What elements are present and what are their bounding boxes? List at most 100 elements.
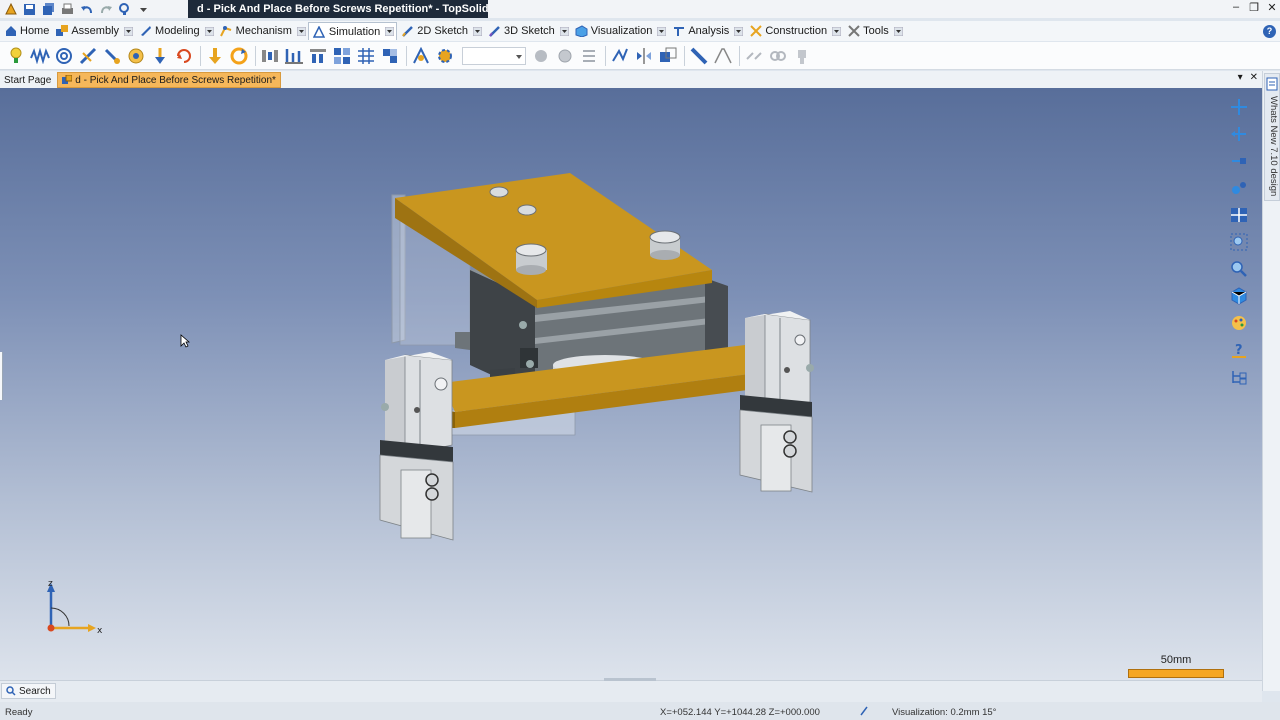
gravity-down-icon[interactable] — [149, 45, 171, 67]
splitter-handle[interactable] — [604, 678, 656, 681]
undo-icon[interactable] — [78, 1, 95, 17]
rotate-arrows-icon[interactable] — [173, 45, 195, 67]
spiral-icon[interactable] — [53, 45, 75, 67]
mouse-cursor-icon — [180, 334, 190, 348]
stack-icon[interactable] — [307, 45, 329, 67]
close-button[interactable]: ✕ — [1266, 1, 1278, 14]
toolbar-separator — [684, 45, 685, 66]
toolbar-separator — [739, 45, 740, 66]
axis-triad: z x — [47, 579, 103, 636]
chevron-down-icon[interactable] — [832, 26, 842, 36]
measure-icon[interactable] — [609, 45, 631, 67]
palette-icon[interactable] — [1228, 312, 1250, 334]
assembly-model[interactable] — [0, 88, 1262, 680]
light-bulb-icon[interactable] — [5, 45, 27, 67]
window-title: d - Pick And Place Before Screws Repetit… — [188, 0, 488, 18]
quick-access-toolbar — [0, 0, 152, 18]
pattern-icon[interactable] — [331, 45, 353, 67]
restore-button[interactable]: ❐ — [1248, 1, 1260, 14]
print-icon[interactable] — [59, 1, 76, 17]
mechanism-icon — [220, 25, 233, 38]
grid-icon[interactable] — [355, 45, 377, 67]
side-tab-label: Whats New 7.10 design — [1268, 96, 1279, 197]
left-panel-handle[interactable] — [0, 352, 3, 400]
tab-mechanism[interactable]: Mechanism — [216, 22, 308, 40]
save-icon[interactable] — [21, 1, 38, 17]
tab-construction[interactable]: Construction — [745, 22, 843, 40]
tab-active-label: d - Pick And Place Before Screws Repetit… — [75, 74, 276, 86]
app-menu-icon[interactable] — [2, 1, 19, 17]
document-tab-controls: ▾ ✕ — [1238, 72, 1258, 83]
chevron-down-icon[interactable] — [296, 26, 306, 36]
profile-icon[interactable] — [712, 45, 734, 67]
chevron-down-icon[interactable] — [124, 26, 134, 36]
redo-icon[interactable] — [97, 1, 114, 17]
clone-icon[interactable] — [657, 45, 679, 67]
whats-new-tab[interactable]: Whats New 7.10 design — [1264, 73, 1280, 201]
tab-modeling[interactable]: Modeling — [135, 22, 216, 40]
tab-active-document[interactable]: d - Pick And Place Before Screws Repetit… — [57, 72, 281, 88]
distribute-icon[interactable] — [259, 45, 281, 67]
mirror-icon[interactable] — [633, 45, 655, 67]
chevron-down-icon[interactable] — [204, 26, 214, 36]
tab-2d-sketch[interactable]: 2D Sketch — [397, 22, 484, 40]
search-button[interactable]: Search — [1, 683, 56, 699]
layers-icon[interactable] — [379, 45, 401, 67]
tree-icon[interactable] — [1228, 366, 1250, 388]
rotation-icon[interactable] — [125, 45, 147, 67]
gear-icon[interactable] — [434, 45, 456, 67]
refresh-icon[interactable] — [228, 45, 250, 67]
help-context-icon[interactable]: ? — [1228, 339, 1250, 361]
spring-icon[interactable] — [29, 45, 51, 67]
tab-home[interactable]: Home — [0, 22, 51, 40]
view-cube-icon[interactable] — [1228, 285, 1250, 307]
options-icon[interactable] — [116, 1, 133, 17]
3d-viewport[interactable]: ? z x 50mm — [0, 88, 1262, 680]
transform-icon[interactable] — [410, 45, 432, 67]
sketch-3d-icon — [488, 25, 501, 38]
chevron-down-icon[interactable] — [893, 26, 903, 36]
chevron-down-icon[interactable] — [559, 26, 569, 36]
toolbar-separator — [200, 45, 201, 66]
status-text: Ready — [5, 707, 33, 718]
tab-assembly[interactable]: Assembly — [51, 22, 135, 40]
arrow-down-icon[interactable] — [204, 45, 226, 67]
toolbar-separator — [255, 45, 256, 66]
analysis-icon — [672, 25, 685, 38]
z-axis-label: z — [48, 579, 53, 589]
align-icon[interactable] — [283, 45, 305, 67]
tab-3d-sketch[interactable]: 3D Sketch — [484, 22, 571, 40]
tab-tools[interactable]: Tools — [843, 22, 905, 40]
zoom-icon[interactable] — [1228, 258, 1250, 280]
pan-icon[interactable] — [1228, 96, 1250, 118]
ruler-icon[interactable] — [688, 45, 710, 67]
views-icon[interactable] — [1228, 204, 1250, 226]
move-view-icon[interactable] — [1228, 123, 1250, 145]
save-all-icon[interactable] — [40, 1, 57, 17]
tab-start-page[interactable]: Start Page — [0, 72, 55, 88]
simulation-toolbar — [0, 42, 1280, 70]
chevron-down-icon[interactable] — [657, 26, 667, 36]
chevron-down-icon[interactable] — [473, 26, 483, 36]
close-document-icon[interactable]: ✕ — [1250, 72, 1258, 83]
help-icon[interactable]: ? — [1263, 25, 1276, 38]
cursor-coordinates: X=+052.144 Y=+1044.28 Z=+000.000 — [660, 707, 820, 718]
display-mode-select[interactable] — [462, 46, 526, 65]
tab-visualization[interactable]: Visualization — [571, 22, 669, 40]
tab-label: 2D Sketch — [417, 25, 469, 37]
tool-path-icon[interactable] — [77, 45, 99, 67]
fly-icon[interactable] — [1228, 150, 1250, 172]
tab-list-dropdown-icon[interactable]: ▾ — [1238, 72, 1243, 83]
chevron-down-icon[interactable] — [385, 27, 395, 36]
zoom-window-icon[interactable] — [1228, 231, 1250, 253]
customize-qat-icon[interactable] — [135, 1, 152, 17]
construction-icon — [749, 25, 762, 38]
tab-analysis[interactable]: Analysis — [668, 22, 745, 40]
drill-icon[interactable] — [101, 45, 123, 67]
document-tabs: Start Page d - Pick And Place Before Scr… — [0, 71, 1262, 88]
chevron-down-icon[interactable] — [734, 26, 744, 36]
minimize-button[interactable]: – — [1230, 1, 1242, 14]
tab-simulation[interactable]: Simulation — [307, 22, 398, 40]
walk-icon[interactable] — [1228, 177, 1250, 199]
scale-bar: 50mm — [1128, 654, 1224, 678]
